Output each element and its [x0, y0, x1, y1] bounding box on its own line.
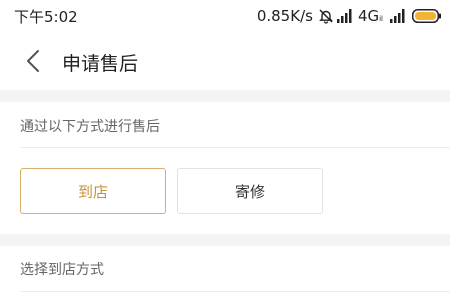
- divider: [20, 291, 450, 292]
- signal-icon: [390, 9, 406, 23]
- signal-icon: [336, 9, 353, 23]
- status-time: 下午5:02: [14, 8, 78, 26]
- network-activity: il: [379, 15, 383, 23]
- store-method-label: 选择到店方式: [20, 262, 104, 278]
- status-bar: 下午5:02 0.85K/s 4G il: [0, 0, 450, 32]
- header: 申请售后: [0, 32, 450, 90]
- option-label: 到店: [77, 182, 108, 201]
- network-speed: 0.85K/s: [256, 7, 313, 25]
- network-type: 4G: [357, 7, 380, 25]
- bell-muted-icon: [318, 8, 334, 24]
- option-in-store-button[interactable]: 到店: [20, 168, 166, 214]
- chevron-left-icon: [26, 49, 40, 73]
- divider: [20, 147, 450, 148]
- battery-icon: [412, 9, 442, 23]
- screen: 下午5:02 0.85K/s 4G il 申请售后 通过以下方式进行售后 到店 …: [0, 0, 450, 300]
- back-button[interactable]: [16, 44, 50, 78]
- status-icons: 0.85K/s 4G il: [257, 6, 442, 26]
- section-divider: [0, 90, 450, 102]
- option-mail-in-button[interactable]: 寄修: [177, 168, 323, 214]
- section-divider: [0, 234, 450, 246]
- page-title: 申请售后: [62, 53, 139, 75]
- service-method-label: 通过以下方式进行售后: [20, 119, 160, 135]
- option-label: 寄修: [234, 182, 265, 201]
